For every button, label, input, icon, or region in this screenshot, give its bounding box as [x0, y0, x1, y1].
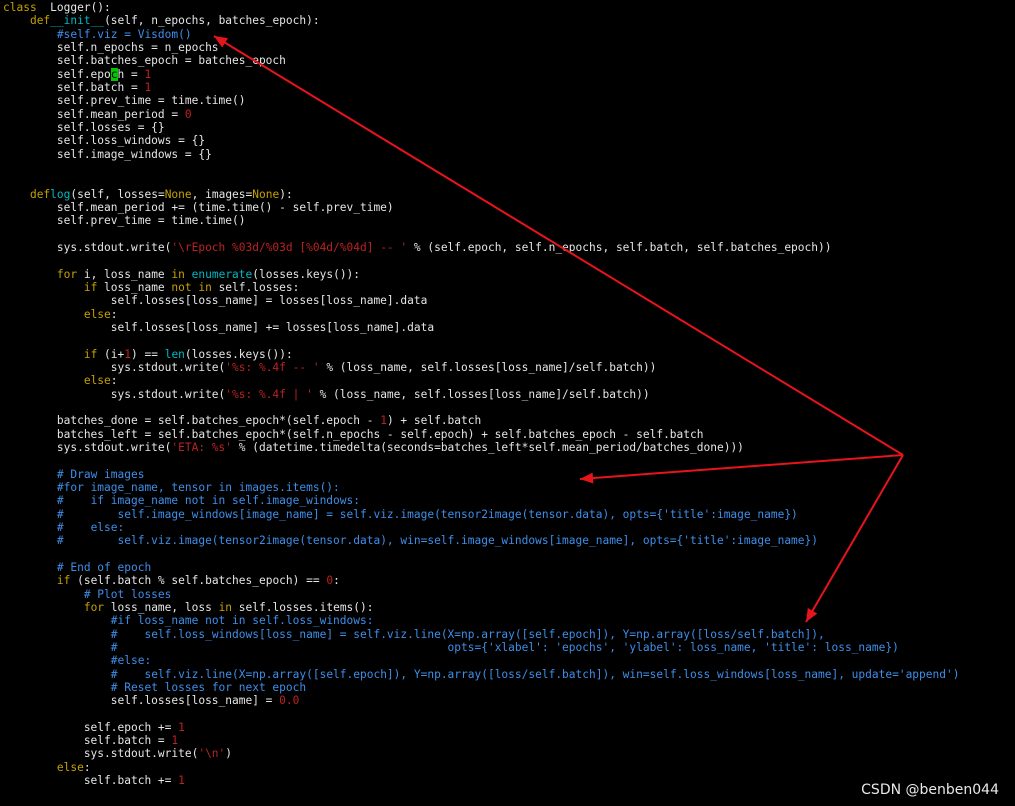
annotation-arrowhead [214, 36, 228, 48]
watermark: CSDN @benben044 [861, 782, 999, 798]
annotation-arrow-line [213, 35, 904, 456]
annotation-arrowhead [580, 472, 594, 484]
annotation-arrowhead [806, 608, 818, 622]
annotation-arrow-line [579, 454, 904, 480]
annotation-arrows [213, 35, 904, 623]
annotation-arrow-line [805, 454, 904, 623]
